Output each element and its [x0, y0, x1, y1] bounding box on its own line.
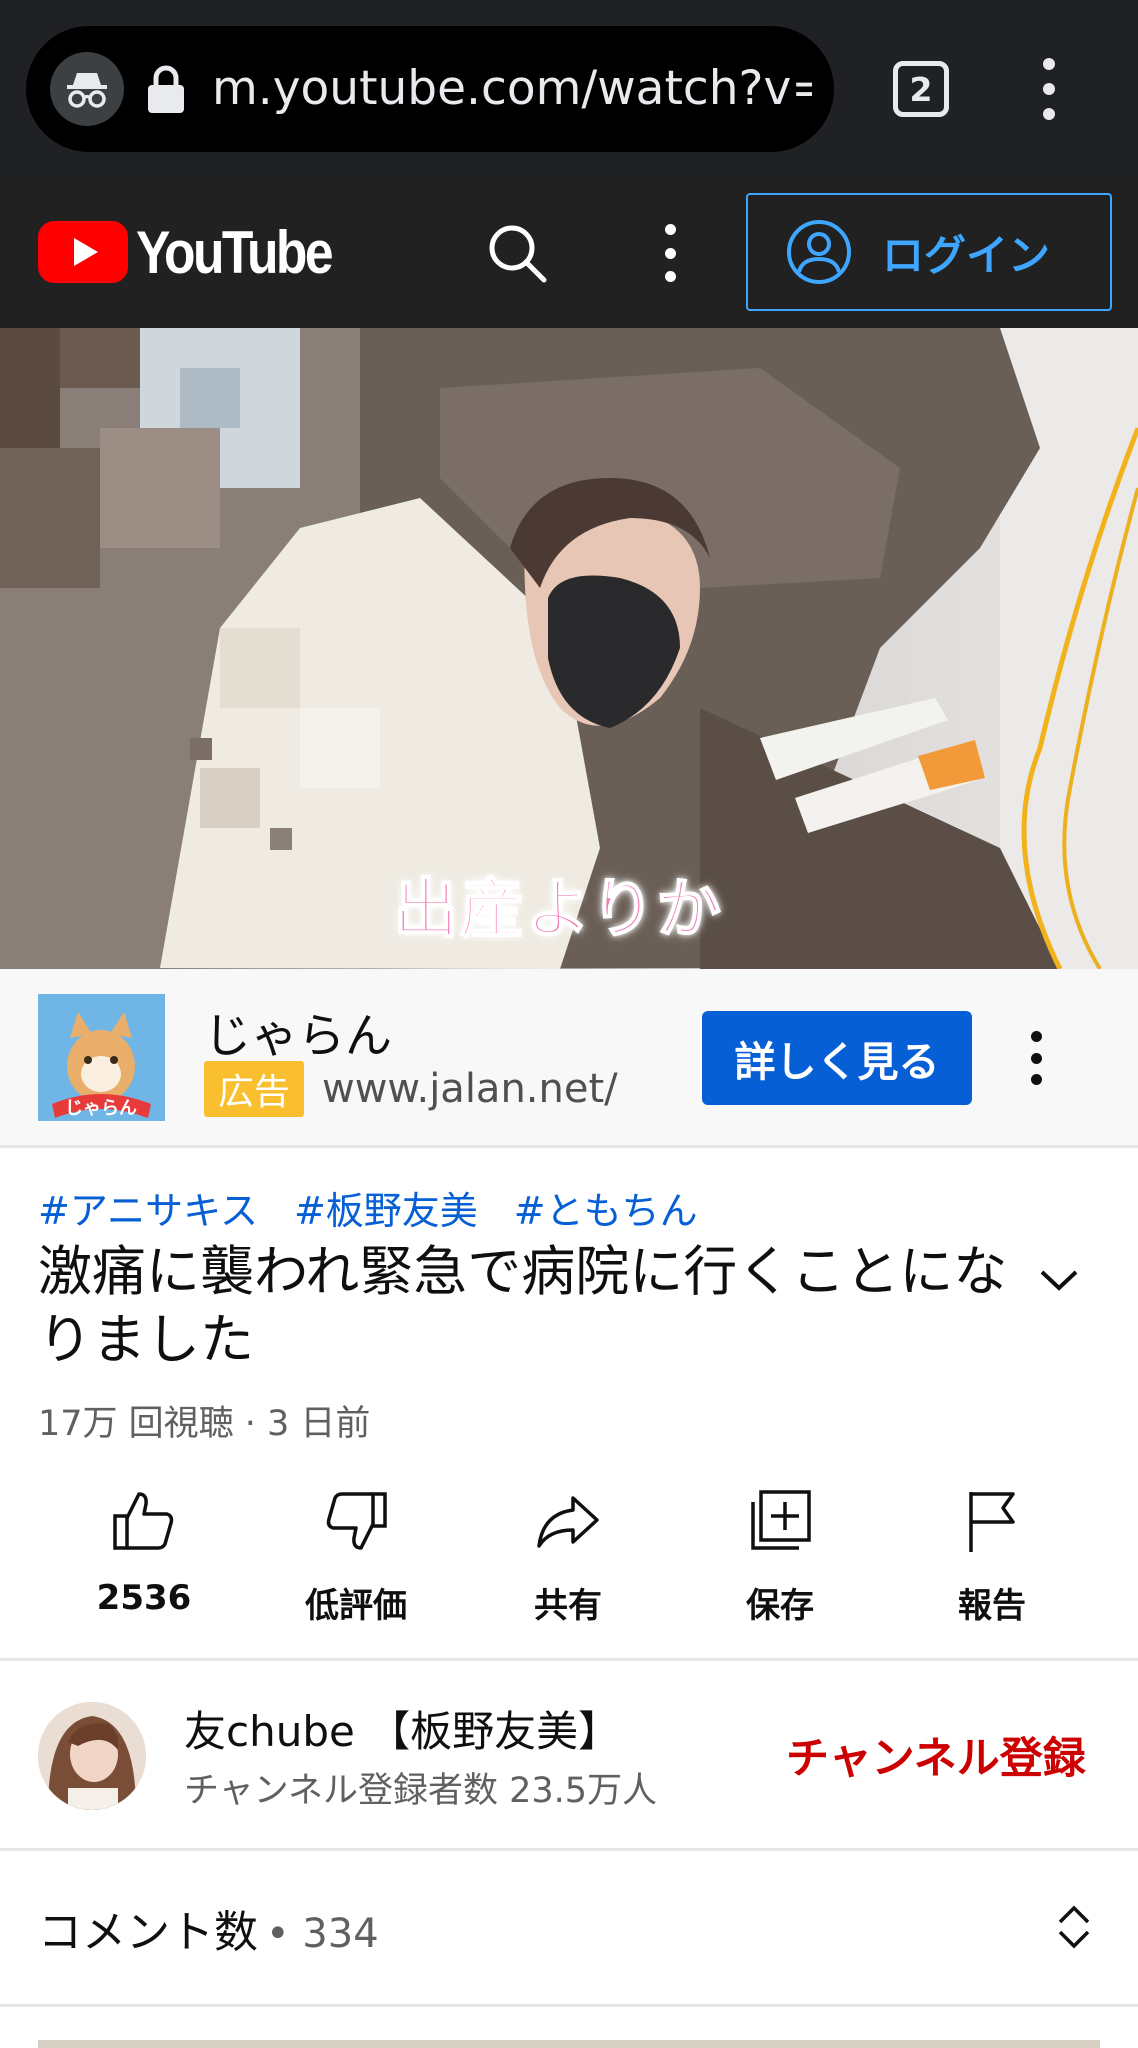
channel-name[interactable]: 友chube 【板野友美】	[184, 1698, 620, 1759]
save-icon	[751, 1490, 811, 1550]
tab-switcher-icon[interactable]: 2	[893, 61, 949, 117]
like-count: 2536	[96, 1578, 192, 1618]
chevron-down-icon[interactable]	[1036, 1260, 1082, 1300]
next-content-preview	[38, 2040, 1100, 2048]
like-button[interactable]: 2536	[44, 1486, 244, 1618]
lock-icon	[148, 65, 184, 113]
hashtag-link[interactable]: #ともちん	[514, 1180, 698, 1235]
ad-learn-more-button[interactable]: 詳しく見る	[702, 1011, 972, 1105]
ad-banner[interactable]: じゃらん じゃらん 広告 www.jalan.net/ 詳しく見る	[0, 969, 1138, 1148]
share-icon	[537, 1496, 599, 1548]
share-button[interactable]: 共有	[468, 1486, 668, 1627]
incognito-icon[interactable]	[50, 52, 124, 126]
login-label: ログイン	[882, 230, 1051, 280]
save-button[interactable]: 保存	[680, 1486, 880, 1627]
video-title[interactable]: 激痛に襲われ緊急で病院に行くことになりました	[38, 1238, 1018, 1374]
report-label: 報告	[958, 1586, 1026, 1626]
report-icon	[969, 1492, 1015, 1552]
more-vert-icon[interactable]	[1028, 58, 1070, 120]
video-player[interactable]: 出産よりか	[0, 328, 1138, 969]
youtube-header: YouTube ログイン	[0, 178, 1138, 328]
video-caption: 出産よりか	[393, 872, 723, 948]
comments-count: • 334	[266, 1911, 379, 1957]
hashtag-link[interactable]: #アニサキス	[38, 1180, 258, 1235]
save-label: 保存	[746, 1586, 814, 1626]
header-more-icon[interactable]	[652, 224, 688, 282]
browser-toolbar: m.youtube.com/watch?v=h 2	[0, 0, 1138, 178]
comments-label: コメント数	[38, 1907, 258, 1958]
youtube-logo[interactable]: YouTube	[38, 218, 363, 286]
video-metadata: 17万 回視聴 · 3 日前	[38, 1404, 371, 1444]
subscribe-button[interactable]: チャンネル登録	[786, 1724, 1086, 1786]
ad-thumb-text: じゃらん	[65, 1098, 137, 1119]
url-text[interactable]: m.youtube.com/watch?v=h	[212, 52, 812, 126]
search-icon[interactable]	[482, 218, 552, 288]
divider	[0, 1658, 1138, 1661]
action-bar: 2536 低評価 共有 保存 報告	[0, 1486, 1138, 1636]
ad-badge: 広告	[204, 1061, 304, 1117]
ad-more-icon[interactable]	[1020, 1031, 1052, 1085]
ad-thumbnail[interactable]: じゃらん	[38, 994, 165, 1121]
subscriber-count: チャンネル登録者数 23.5万人	[184, 1771, 658, 1811]
youtube-play-icon	[38, 221, 128, 283]
login-button[interactable]: ログイン	[746, 193, 1112, 311]
dislike-icon	[326, 1492, 387, 1550]
ad-title: じゃらん	[204, 1009, 392, 1064]
comments-header[interactable]: コメント数 • 334	[38, 1896, 379, 1960]
report-button[interactable]: 報告	[892, 1486, 1092, 1627]
ad-url: www.jalan.net/	[322, 1066, 618, 1112]
like-icon	[113, 1492, 174, 1550]
expand-collapse-icon[interactable]	[1052, 1902, 1096, 1952]
hashtags: #アニサキス #板野友美 #ともちん	[38, 1180, 698, 1235]
youtube-logo-text: YouTube	[136, 218, 334, 286]
share-label: 共有	[534, 1586, 602, 1626]
divider	[0, 1848, 1138, 1851]
dislike-label: 低評価	[305, 1586, 407, 1626]
dislike-button[interactable]: 低評価	[256, 1486, 456, 1627]
divider	[0, 2004, 1138, 2007]
address-bar[interactable]: m.youtube.com/watch?v=h	[26, 26, 834, 152]
account-icon	[787, 220, 851, 284]
channel-avatar[interactable]	[38, 1702, 146, 1810]
hashtag-link[interactable]: #板野友美	[294, 1180, 478, 1235]
